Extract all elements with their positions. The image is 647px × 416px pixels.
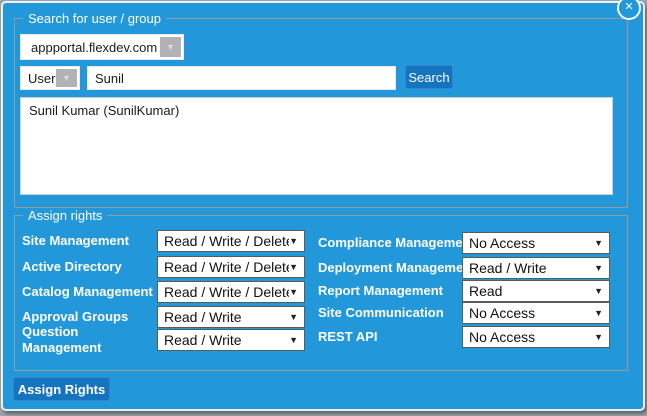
label-rest-api: REST API <box>318 329 377 345</box>
label-report-management: Report Management <box>318 283 443 299</box>
scope-select-value: User <box>28 67 55 89</box>
domain-select-value: appportal.flexdev.com <box>31 35 157 59</box>
search-results-list[interactable]: Sunil Kumar (SunilKumar) <box>20 97 613 195</box>
search-input[interactable] <box>87 66 396 90</box>
chevron-down-icon: ▼ <box>594 308 609 318</box>
select-value: Read / Write <box>463 260 547 276</box>
select-value: No Access <box>463 235 535 251</box>
chevron-down-icon[interactable]: ▼ <box>160 37 181 57</box>
chevron-down-icon: ▼ <box>594 238 609 248</box>
label-site-communication: Site Communication <box>318 305 444 321</box>
label-approval-groups: Approval Groups <box>22 309 128 325</box>
search-button[interactable]: Search <box>405 65 453 89</box>
list-item[interactable]: Sunil Kumar (SunilKumar) <box>21 98 612 118</box>
search-group: Search for user / group appportal.flexde… <box>14 18 628 208</box>
assign-rights-dialog: ✕ Search for user / group appportal.flex… <box>1 1 645 411</box>
catalog-management-select[interactable]: Read / Write / Delete ▼ <box>157 281 305 303</box>
assign-rights-group: Assign rights Site Management Read / Wri… <box>14 215 628 371</box>
question-management-select[interactable]: Read / Write ▼ <box>157 329 305 351</box>
close-icon[interactable]: ✕ <box>617 0 641 20</box>
label-active-directory: Active Directory <box>22 259 122 275</box>
label-deployment-management: Deployment Management <box>318 260 475 276</box>
report-management-select[interactable]: Read ▼ <box>462 280 610 302</box>
approval-groups-select[interactable]: Read / Write ▼ <box>157 306 305 328</box>
select-value: Read / Write <box>158 309 242 325</box>
active-directory-select[interactable]: Read / Write / Delete ▼ <box>157 256 305 278</box>
domain-select[interactable]: appportal.flexdev.com ▼ <box>20 34 184 60</box>
chevron-down-icon: ▼ <box>289 312 304 322</box>
label-question-management: Question Management <box>22 324 147 356</box>
assign-rights-group-legend: Assign rights <box>23 208 107 223</box>
chevron-down-icon: ▼ <box>594 263 609 273</box>
search-group-legend: Search for user / group <box>23 11 166 26</box>
chevron-down-icon: ▼ <box>289 335 304 345</box>
chevron-down-icon[interactable]: ▼ <box>56 69 77 87</box>
select-value: Read / Write / Delete <box>158 284 289 300</box>
select-value: No Access <box>463 329 535 345</box>
site-management-select[interactable]: Read / Write / Delete ▼ <box>157 230 305 252</box>
select-value: Read / Write / Delete <box>158 259 289 275</box>
select-value: Read / Write / Delete <box>158 233 289 249</box>
site-communication-select[interactable]: No Access ▼ <box>462 302 610 324</box>
chevron-down-icon: ▼ <box>594 332 609 342</box>
chevron-down-icon: ▼ <box>289 236 304 246</box>
chevron-down-icon: ▼ <box>289 287 304 297</box>
select-value: Read / Write <box>158 332 242 348</box>
select-value: Read <box>463 283 502 299</box>
label-compliance-management: Compliance Management <box>318 235 475 251</box>
rest-api-select[interactable]: No Access ▼ <box>462 326 610 348</box>
compliance-management-select[interactable]: No Access ▼ <box>462 232 610 254</box>
assign-rights-button[interactable]: Assign Rights <box>13 377 110 401</box>
select-value: No Access <box>463 305 535 321</box>
scope-select[interactable]: User ▼ <box>20 66 80 90</box>
label-catalog-management: Catalog Management <box>22 284 153 300</box>
deployment-management-select[interactable]: Read / Write ▼ <box>462 257 610 279</box>
chevron-down-icon: ▼ <box>594 286 609 296</box>
label-site-management: Site Management <box>22 233 129 249</box>
chevron-down-icon: ▼ <box>289 262 304 272</box>
